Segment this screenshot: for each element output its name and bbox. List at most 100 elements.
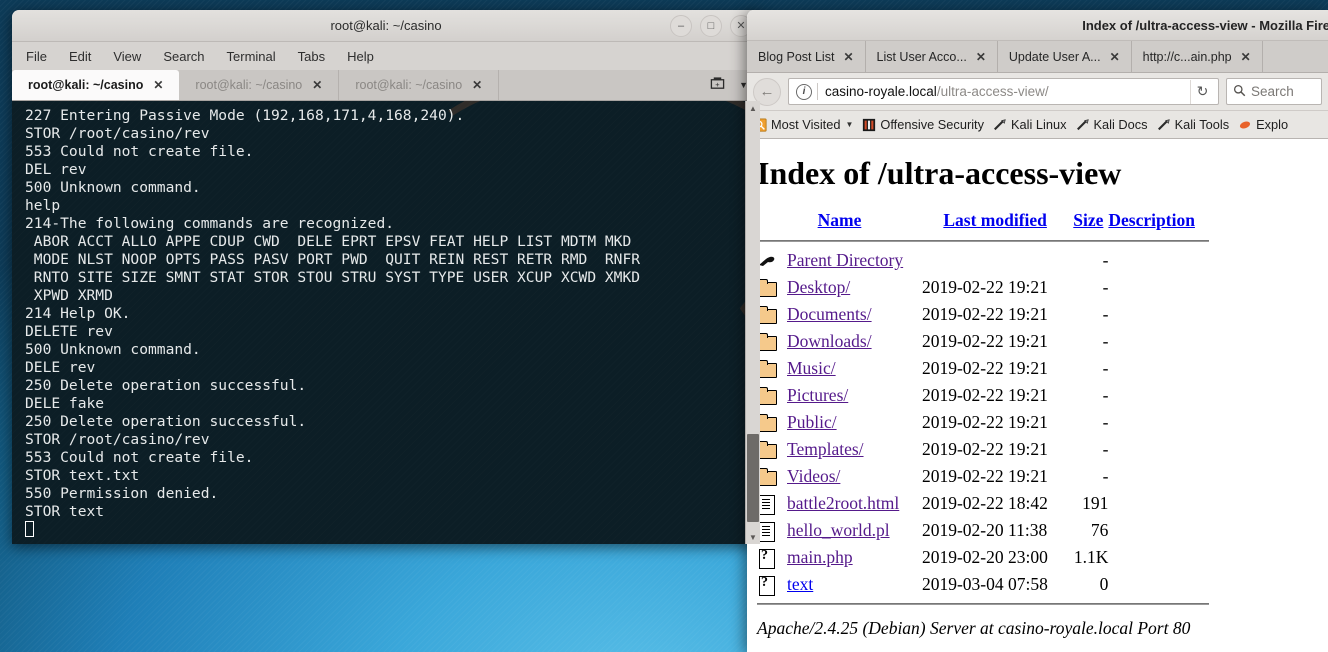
file-link[interactable]: hello_world.pl <box>787 520 890 540</box>
terminal-tab-2[interactable]: root@kali: ~/casino ✕ <box>179 70 340 100</box>
firefox-tab-3-close-icon[interactable]: ✕ <box>1110 50 1120 64</box>
terminal-cursor <box>25 521 34 537</box>
firefox-tab-main-php[interactable]: http://c...ain.php ✕ <box>1132 41 1263 72</box>
menu-terminal[interactable]: Terminal <box>227 49 276 64</box>
menu-edit[interactable]: Edit <box>69 49 91 64</box>
bookmark-kali-docs[interactable]: Kali Docs <box>1073 116 1151 133</box>
terminal-body[interactable]: 227 Entering Passive Mode (192,168,171,4… <box>12 101 760 544</box>
scrollbar-thumb[interactable] <box>747 434 759 522</box>
file-link[interactable]: Templates/ <box>787 439 864 459</box>
column-header-size-link[interactable]: Size <box>1073 210 1103 230</box>
bookmark-kali-linux[interactable]: Kali Linux <box>990 116 1070 133</box>
file-link[interactable]: Downloads/ <box>787 331 872 351</box>
scroll-up-icon[interactable]: ▲ <box>746 101 760 115</box>
column-header-description-link[interactable]: Description <box>1108 210 1195 230</box>
scroll-down-icon[interactable]: ▼ <box>746 530 760 544</box>
column-header-modified-link[interactable]: Last modified <box>943 210 1047 230</box>
terminal-tab-3-close-icon[interactable]: ✕ <box>472 78 482 92</box>
table-row: battle2root.html 2019-02-22 18:42 191 <box>757 490 1209 517</box>
terminal-tab-3[interactable]: root@kali: ~/casino ✕ <box>339 70 500 100</box>
folder-icon <box>757 412 777 434</box>
document-icon <box>757 520 777 542</box>
bookmark-exploit-db-label: Explo <box>1256 117 1289 132</box>
firefox-tab-2-close-icon[interactable]: ✕ <box>976 50 986 64</box>
file-link[interactable]: Public/ <box>787 412 837 432</box>
table-row: Music/2019-02-22 19:21 - <box>757 355 1209 382</box>
firefox-tab-blog-post-list[interactable]: Blog Post List ✕ <box>747 41 866 72</box>
bookmark-most-visited[interactable]: Most Visited ▼ <box>750 116 856 133</box>
row-size-cell: - <box>1102 411 1109 432</box>
firefox-tab-1-close-icon[interactable]: ✕ <box>843 50 853 64</box>
row-modified-cell: 2019-02-22 19:21 <box>921 438 1048 459</box>
file-link[interactable]: Videos/ <box>787 466 840 486</box>
terminal-scrollbar[interactable]: ▲ ▼ <box>745 101 760 544</box>
menu-search[interactable]: Search <box>163 49 204 64</box>
apache-server-signature: Apache/2.4.25 (Debian) Server at casino-… <box>757 617 1191 638</box>
scrollbar-track[interactable] <box>746 115 760 530</box>
table-rule-bottom <box>757 598 1209 610</box>
site-info-icon[interactable]: i <box>796 83 812 100</box>
firefox-tab-2-label: List User Acco... <box>876 49 967 64</box>
menu-file[interactable]: File <box>26 49 47 64</box>
reload-icon[interactable]: ↻ <box>1190 79 1214 104</box>
folder-icon <box>757 358 777 380</box>
file-link[interactable]: main.php <box>787 547 853 567</box>
offensive-security-icon <box>862 118 876 132</box>
file-link[interactable]: Parent Directory <box>787 250 903 270</box>
minimize-button[interactable]: – <box>670 15 692 37</box>
row-description-cell <box>1108 247 1209 274</box>
column-header-name[interactable]: Name <box>757 210 922 235</box>
firefox-tab-update-user[interactable]: Update User A... ✕ <box>998 41 1132 72</box>
file-link[interactable]: battle2root.html <box>787 493 899 513</box>
url-path: /ultra-access-view/ <box>936 84 1049 99</box>
terminal-tab-1-close-icon[interactable]: ✕ <box>153 78 163 92</box>
column-header-description[interactable]: Description <box>1108 210 1209 235</box>
bookmark-exploit-db[interactable]: Explo <box>1235 116 1291 133</box>
row-size-cell: - <box>1102 357 1109 378</box>
row-modified-cell: 2019-02-22 19:21 <box>921 330 1048 351</box>
folder-icon <box>757 331 777 353</box>
row-size-cell: - <box>1102 276 1109 297</box>
table-row: Pictures/2019-02-22 19:21 - <box>757 382 1209 409</box>
row-modified-cell: 2019-02-22 19:21 <box>921 276 1048 297</box>
file-link[interactable]: text <box>787 574 813 594</box>
column-header-modified[interactable]: Last modified <box>922 210 1068 235</box>
row-modified-cell: 2019-02-22 19:21 <box>921 384 1048 405</box>
file-link[interactable]: Documents/ <box>787 304 872 324</box>
unknown-file-icon <box>757 547 777 569</box>
row-icon-cell <box>757 409 787 436</box>
firefox-tab-list-user-accounts[interactable]: List User Acco... ✕ <box>866 41 998 72</box>
row-modified-cell: 2019-02-22 19:21 <box>921 303 1048 324</box>
bookmark-kali-tools[interactable]: Kali Tools <box>1154 116 1233 133</box>
bookmark-offensive-security-label: Offensive Security <box>880 117 984 132</box>
row-description-cell <box>1108 382 1209 409</box>
file-link[interactable]: Music/ <box>787 358 836 378</box>
search-bar[interactable]: Search <box>1226 78 1322 105</box>
row-size-cell: - <box>1102 384 1109 405</box>
maximize-button[interactable]: □ <box>700 15 722 37</box>
table-row: Desktop/2019-02-22 19:21 - <box>757 274 1209 301</box>
terminal-output-text: 227 Entering Passive Mode (192,168,171,4… <box>25 107 641 520</box>
address-bar[interactable]: i casino-royale.local/ultra-access-view/… <box>788 78 1219 105</box>
column-header-size[interactable]: Size <box>1068 210 1108 235</box>
row-icon-cell <box>757 436 787 463</box>
table-row: Downloads/2019-02-22 19:21 - <box>757 328 1209 355</box>
menu-help[interactable]: Help <box>347 49 374 64</box>
menu-tabs[interactable]: Tabs <box>298 49 325 64</box>
menu-view[interactable]: View <box>113 49 141 64</box>
row-description-cell <box>1108 436 1209 463</box>
chevron-down-icon[interactable]: ▼ <box>845 120 853 129</box>
terminal-tab-2-close-icon[interactable]: ✕ <box>312 78 322 92</box>
column-header-name-link[interactable]: Name <box>818 210 862 230</box>
row-size-cell: - <box>1102 249 1109 270</box>
row-description-cell <box>1108 544 1209 571</box>
new-tab-icon[interactable]: + <box>710 76 725 94</box>
bookmark-kali-docs-label: Kali Docs <box>1093 117 1148 132</box>
terminal-tab-1[interactable]: root@kali: ~/casino ✕ <box>12 70 180 100</box>
file-link[interactable]: Pictures/ <box>787 385 848 405</box>
svg-text:+: + <box>715 80 720 89</box>
file-link[interactable]: Desktop/ <box>787 277 850 297</box>
row-icon-cell <box>757 463 787 490</box>
bookmark-offensive-security[interactable]: Offensive Security <box>859 116 987 133</box>
firefox-tab-4-close-icon[interactable]: ✕ <box>1241 50 1251 64</box>
